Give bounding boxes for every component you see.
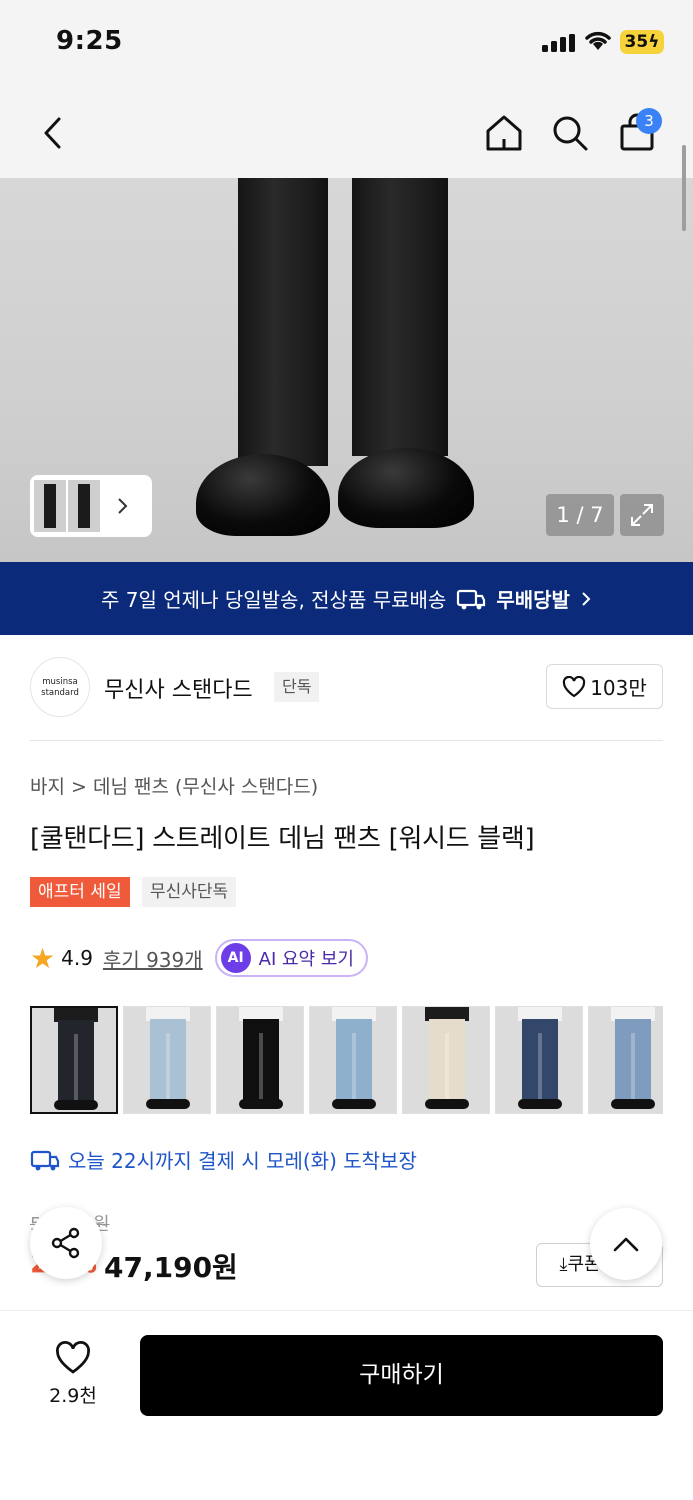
buy-button[interactable]: 구매하기 (140, 1335, 663, 1416)
brand-like-count: 103만 (590, 676, 647, 700)
swatch-shoes (54, 1100, 98, 1110)
search-icon (553, 116, 588, 151)
delivery-guarantee[interactable]: 오늘 22시까지 결제 시 모레(화) 도착보장 (30, 1145, 417, 1174)
swatch-pants (150, 1019, 186, 1101)
delivery-text: 오늘 22시까지 결제 시 모레(화) 도착보장 (68, 1149, 417, 1173)
product-image[interactable]: 1 / 7 (0, 178, 693, 562)
back-button[interactable] (26, 106, 80, 160)
home-icon (486, 115, 522, 151)
status-time: 9:25 (56, 26, 123, 56)
signal-icon (542, 34, 576, 52)
chevron-right-icon (118, 498, 128, 514)
color-swatch[interactable] (588, 1006, 663, 1114)
search-button[interactable] (543, 106, 597, 160)
share-button[interactable] (30, 1207, 102, 1279)
color-swatches (30, 1006, 663, 1114)
color-swatch[interactable] (402, 1006, 490, 1114)
swatch-pants (336, 1019, 372, 1101)
home-button[interactable] (477, 106, 531, 160)
image-thumbnail-strip[interactable] (30, 475, 152, 537)
bottom-action-bar: 2.9천 구매하기 (0, 1310, 693, 1500)
brand-exclusive-tag: 단독 (274, 672, 320, 702)
swatch-shoes (239, 1099, 283, 1109)
pant-leg-left (238, 178, 328, 466)
brand-logo-line2: standard (41, 688, 79, 698)
ai-summary-button[interactable]: AI AI 요약 보기 (214, 939, 368, 977)
star-icon: ★ (30, 941, 56, 975)
brand-logo[interactable]: musinsa standard (30, 657, 90, 717)
color-swatch[interactable] (495, 1006, 583, 1114)
divider (30, 740, 663, 741)
chevron-right-icon (582, 591, 591, 606)
share-icon (51, 1227, 80, 1259)
expand-icon (631, 504, 653, 526)
heart-icon (56, 1341, 90, 1374)
shoe-left (196, 454, 330, 536)
thumbnail (34, 480, 66, 532)
swatch-shoes (611, 1099, 655, 1109)
delivery-truck-icon (457, 589, 486, 609)
cart-count-badge: 3 (636, 108, 662, 134)
image-counter: 1 / 7 (546, 494, 614, 536)
charging-icon: ϟ (648, 32, 660, 52)
brand-like-button[interactable]: 103만 (546, 664, 663, 709)
banner-text: 주 7일 언제나 당일발송, 전상품 무료배송 (101, 588, 447, 612)
swatch-pants (522, 1019, 558, 1101)
wishlist-button[interactable]: 2.9천 (30, 1341, 116, 1408)
shoe-right (338, 448, 474, 528)
color-swatch[interactable] (30, 1006, 118, 1114)
color-swatch[interactable] (123, 1006, 211, 1114)
swatch-shoes (425, 1099, 469, 1109)
swatch-pants (58, 1020, 94, 1102)
cart-button[interactable]: 3 (610, 106, 664, 160)
review-link[interactable]: 후기 939개 (103, 944, 203, 973)
swatch-shoes (518, 1099, 562, 1109)
delivery-truck-icon (30, 1150, 60, 1170)
ai-icon: AI (220, 943, 251, 973)
breadcrumb[interactable]: 바지 > 데님 팬츠 (무신사 스탠다드) (30, 772, 318, 799)
thumbnail (68, 480, 100, 532)
swatch-shoes (146, 1099, 190, 1109)
color-swatch[interactable] (309, 1006, 397, 1114)
sale-price: 47,190원 (104, 1251, 238, 1284)
banner-badge: 무배당발 (496, 588, 570, 612)
nav-bar: 3 (0, 88, 693, 178)
exclusive-tag: 무신사단독 (142, 877, 237, 907)
delivery-banner[interactable]: 주 7일 언제나 당일발송, 전상품 무료배송 무배당발 (0, 562, 693, 635)
wifi-icon (584, 30, 612, 52)
scroll-top-button[interactable] (590, 1208, 662, 1280)
brand-logo-line1: musinsa (42, 677, 78, 687)
scrollbar[interactable] (682, 145, 686, 231)
rating-row: ★ 4.9 후기 939개 AI AI 요약 보기 (30, 938, 368, 978)
battery-level: 35 (624, 32, 649, 52)
swatch-pants (429, 1019, 465, 1101)
swatch-shoes (332, 1099, 376, 1109)
heart-icon (563, 675, 586, 697)
rating-value: 4.9 (61, 946, 93, 970)
expand-button[interactable] (620, 494, 664, 536)
swatch-pants (243, 1019, 279, 1101)
pant-leg-right (352, 178, 448, 456)
swatch-pants (615, 1019, 651, 1101)
ai-summary-label: AI 요약 보기 (258, 949, 354, 970)
product-title: [쿨탠다드] 스트레이트 데님 팬츠 [워시드 블랙] (30, 824, 535, 854)
battery-indicator: 35ϟ (620, 30, 664, 54)
wishlist-count: 2.9천 (49, 1385, 97, 1407)
sale-tag: 애프터 세일 (30, 877, 130, 907)
brand-name[interactable]: 무신사 스탠다드 (104, 672, 253, 704)
color-swatch[interactable] (216, 1006, 304, 1114)
chevron-left-icon (44, 117, 61, 149)
chevron-up-icon (613, 1237, 639, 1252)
status-bar: 9:25 35ϟ (0, 0, 693, 88)
